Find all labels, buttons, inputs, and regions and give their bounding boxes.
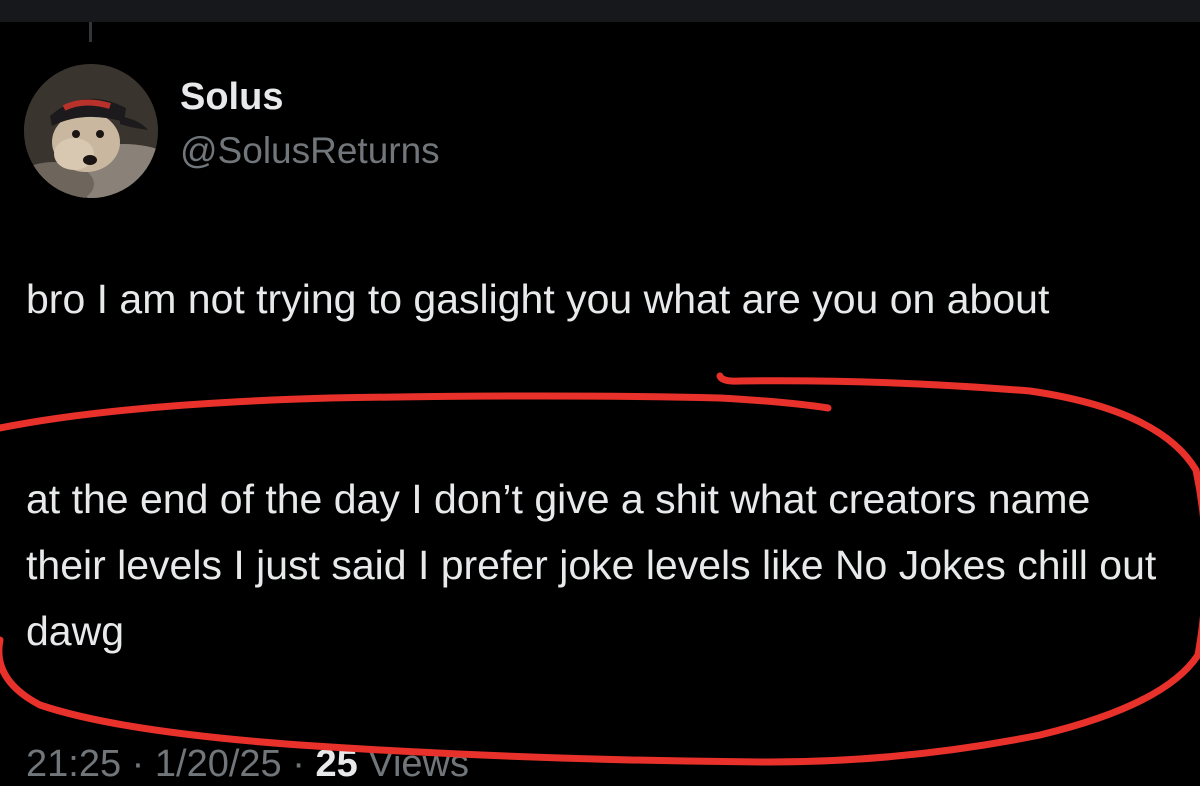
views-count[interactable]: 25 (315, 743, 357, 785)
meta-separator-dot: · (292, 743, 305, 785)
tweet-time[interactable]: 21:25 (26, 743, 121, 785)
thread-connector-line (89, 22, 92, 42)
dog-in-cap-avatar-icon (24, 64, 158, 198)
tweet-paragraph-2: at the end of the day I don’t give a shi… (26, 476, 1157, 654)
meta-separator-dot: · (131, 743, 145, 785)
views-label[interactable]: Views (368, 743, 469, 785)
display-name[interactable]: Solus (180, 76, 283, 118)
user-handle[interactable]: @SolusReturns (180, 130, 440, 172)
top-bar (0, 0, 1200, 22)
avatar[interactable] (24, 64, 158, 198)
tweet-meta: 21:25 · 1/20/25 · 25 Views (26, 742, 469, 786)
tweet-date[interactable]: 1/20/25 (155, 743, 282, 785)
tweet-paragraph-1: bro I am not trying to gaslight you what… (26, 276, 1050, 322)
